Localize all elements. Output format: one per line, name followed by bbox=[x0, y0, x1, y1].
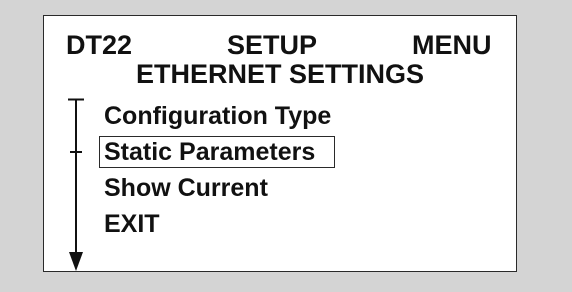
setup-label: SETUP bbox=[227, 30, 318, 60]
device-model-label: DT22 bbox=[66, 30, 133, 60]
menu-item-static-parameters[interactable]: Static Parameters bbox=[99, 136, 336, 168]
scroll-down-arrow-icon bbox=[68, 98, 84, 271]
menu-item-exit[interactable]: EXIT bbox=[99, 208, 335, 240]
settings-menu: Configuration Type Static Parameters Sho… bbox=[99, 100, 336, 244]
menu-item-show-current[interactable]: Show Current bbox=[99, 172, 335, 204]
menu-label: MENU bbox=[412, 30, 492, 60]
page-title: ETHERNET SETTINGS bbox=[135, 59, 425, 89]
lcd-screen: DT22 SETUP MENU ETHERNET SETTINGS Config… bbox=[43, 15, 517, 272]
menu-item-configuration-type[interactable]: Configuration Type bbox=[99, 100, 335, 132]
